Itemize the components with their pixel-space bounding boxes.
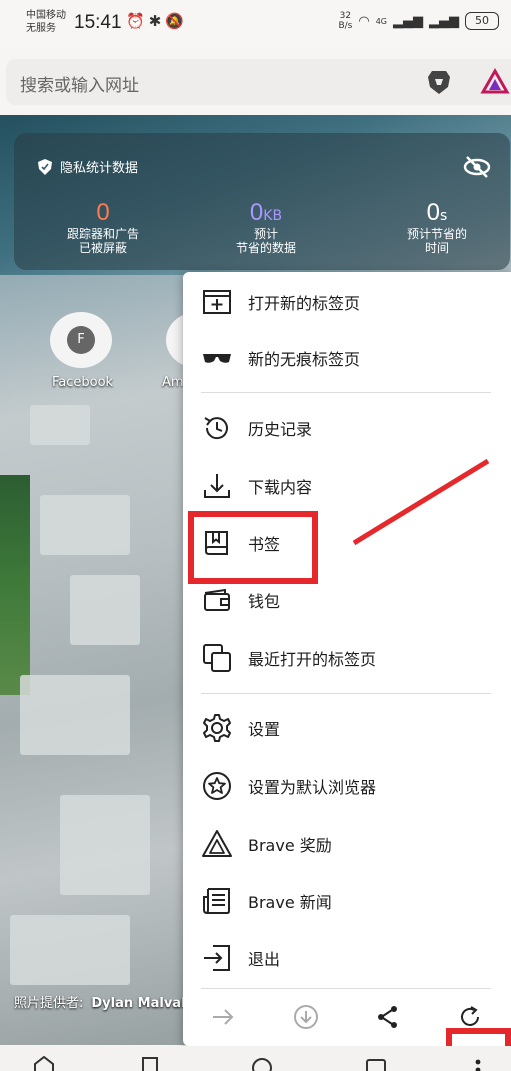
menu-item-history[interactable]: 历史记录	[183, 400, 511, 456]
menu-item-settings[interactable]: 设置	[183, 700, 511, 756]
news-icon	[203, 888, 230, 914]
overflow-menu: 打开新的标签页 新的无痕标签页 历史记录 下载内容 书签 钱包 最近打开的标签页…	[183, 272, 511, 1046]
exit-icon	[204, 945, 230, 971]
privacy-stats-panel: 隐私统计数据 0 跟踪器和广告 已被屏蔽 0KB 预计 节省的数据 0s 预计节…	[14, 133, 510, 270]
address-bar[interactable]: 搜索或输入网址	[6, 59, 511, 105]
bookmark-nav-icon[interactable]	[138, 1056, 162, 1071]
download-page-icon[interactable]	[293, 1004, 319, 1030]
wallet-icon	[204, 588, 230, 611]
history-icon	[204, 417, 228, 440]
highlight-box	[188, 511, 318, 584]
status-icons: ⏰ ✱ 🔕	[126, 12, 184, 30]
shield-icon	[38, 158, 52, 175]
rewards-icon	[202, 830, 232, 857]
photo-credit-link[interactable]: Dylan Malval	[91, 996, 185, 1011]
privacy-stats-title: 隐私统计数据	[60, 161, 139, 176]
network-speed: 32 B/s	[338, 11, 353, 31]
right-status: 32 B/s ◠ 4G ▂▄▆ ▂▄▆ 50	[338, 11, 499, 31]
trackers-blocked-stat: 0 跟踪器和广告 已被屏蔽	[56, 199, 150, 255]
settings-icon	[203, 714, 231, 742]
menu-item-recent-tabs[interactable]: 最近打开的标签页	[183, 630, 511, 686]
private-tab-icon	[203, 354, 231, 363]
rock	[60, 795, 150, 895]
search-icon[interactable]	[250, 1056, 274, 1071]
menu-item-new-tab[interactable]: 打开新的标签页	[183, 274, 511, 330]
annotation-arrow	[352, 458, 490, 546]
brave-rewards-icon[interactable]	[480, 67, 510, 97]
top-site-label[interactable]: Facebook	[52, 375, 113, 390]
rock	[70, 575, 140, 645]
facebook-favicon: F	[67, 326, 95, 354]
rock	[10, 915, 130, 985]
menu-separator	[201, 693, 491, 694]
rock	[30, 405, 90, 445]
menu-item-default-browser[interactable]: 设置为默认浏览器	[183, 758, 511, 814]
time-saved-value: 0	[426, 199, 441, 226]
default-browser-icon	[203, 772, 231, 800]
moss-area	[0, 475, 30, 695]
battery-indicator: 50	[465, 12, 499, 30]
menu-item-private-tab[interactable]: 新的无痕标签页	[183, 330, 511, 386]
menu-item-brave-news[interactable]: Brave 新闻	[183, 873, 511, 929]
tabs-icon[interactable]	[364, 1056, 388, 1071]
reload-icon[interactable]	[457, 1004, 483, 1030]
signal-icon-2: ▂▄▆	[429, 13, 459, 29]
brave-shields-icon[interactable]	[424, 67, 454, 97]
bottom-toolbar	[0, 1046, 511, 1071]
recent-tabs-icon	[203, 644, 231, 672]
data-saved-value: 0	[249, 199, 264, 226]
status-bar: 中国移动 无服务 15:41 ⏰ ✱ 🔕 32 B/s ◠ 4G ▂▄▆ ▂▄▆…	[0, 0, 511, 48]
data-saved-stat: 0KB 预计 节省的数据	[235, 199, 296, 255]
home-icon[interactable]	[32, 1056, 56, 1071]
menu-item-brave-rewards[interactable]: Brave 奖励	[183, 816, 511, 872]
data-saved-unit: KB	[263, 208, 283, 224]
menu-item-exit[interactable]: 退出	[183, 930, 511, 986]
menu-separator	[201, 392, 491, 393]
network-type: 4G	[375, 16, 387, 26]
download-icon	[204, 474, 230, 498]
top-site-facebook[interactable]: F	[50, 312, 112, 368]
carrier-name: 中国移动	[26, 10, 66, 21]
alarm-icon: ⏰	[126, 12, 145, 30]
top-site-label[interactable]: Am	[162, 375, 184, 390]
wifi-icon: ◠	[358, 13, 370, 29]
privacy-stats-header: 隐私统计数据	[36, 157, 138, 176]
hide-stats-icon[interactable]	[462, 155, 492, 179]
new-tab-icon	[203, 290, 231, 314]
address-placeholder[interactable]: 搜索或输入网址	[20, 71, 139, 96]
menu-separator	[201, 988, 491, 989]
carrier-info: 中国移动 无服务	[26, 9, 66, 35]
clock: 15:41	[74, 12, 122, 33]
trackers-count: 0	[96, 199, 110, 226]
time-saved-stat: 0s 预计节省的 时间	[406, 199, 467, 255]
time-saved-unit: s	[440, 208, 448, 224]
more-menu-icon[interactable]	[466, 1056, 490, 1071]
signal-icon: ▂▄▆	[393, 13, 423, 29]
share-icon[interactable]	[375, 1004, 401, 1030]
photo-credit: 照片提供者: Dylan Malval	[14, 996, 186, 1011]
rock	[40, 495, 130, 555]
bluetooth-icon: ✱	[148, 12, 162, 30]
forward-icon[interactable]	[210, 1004, 236, 1030]
carrier-service: 无服务	[26, 23, 56, 34]
rock	[20, 675, 130, 755]
mute-icon: 🔕	[165, 12, 184, 30]
